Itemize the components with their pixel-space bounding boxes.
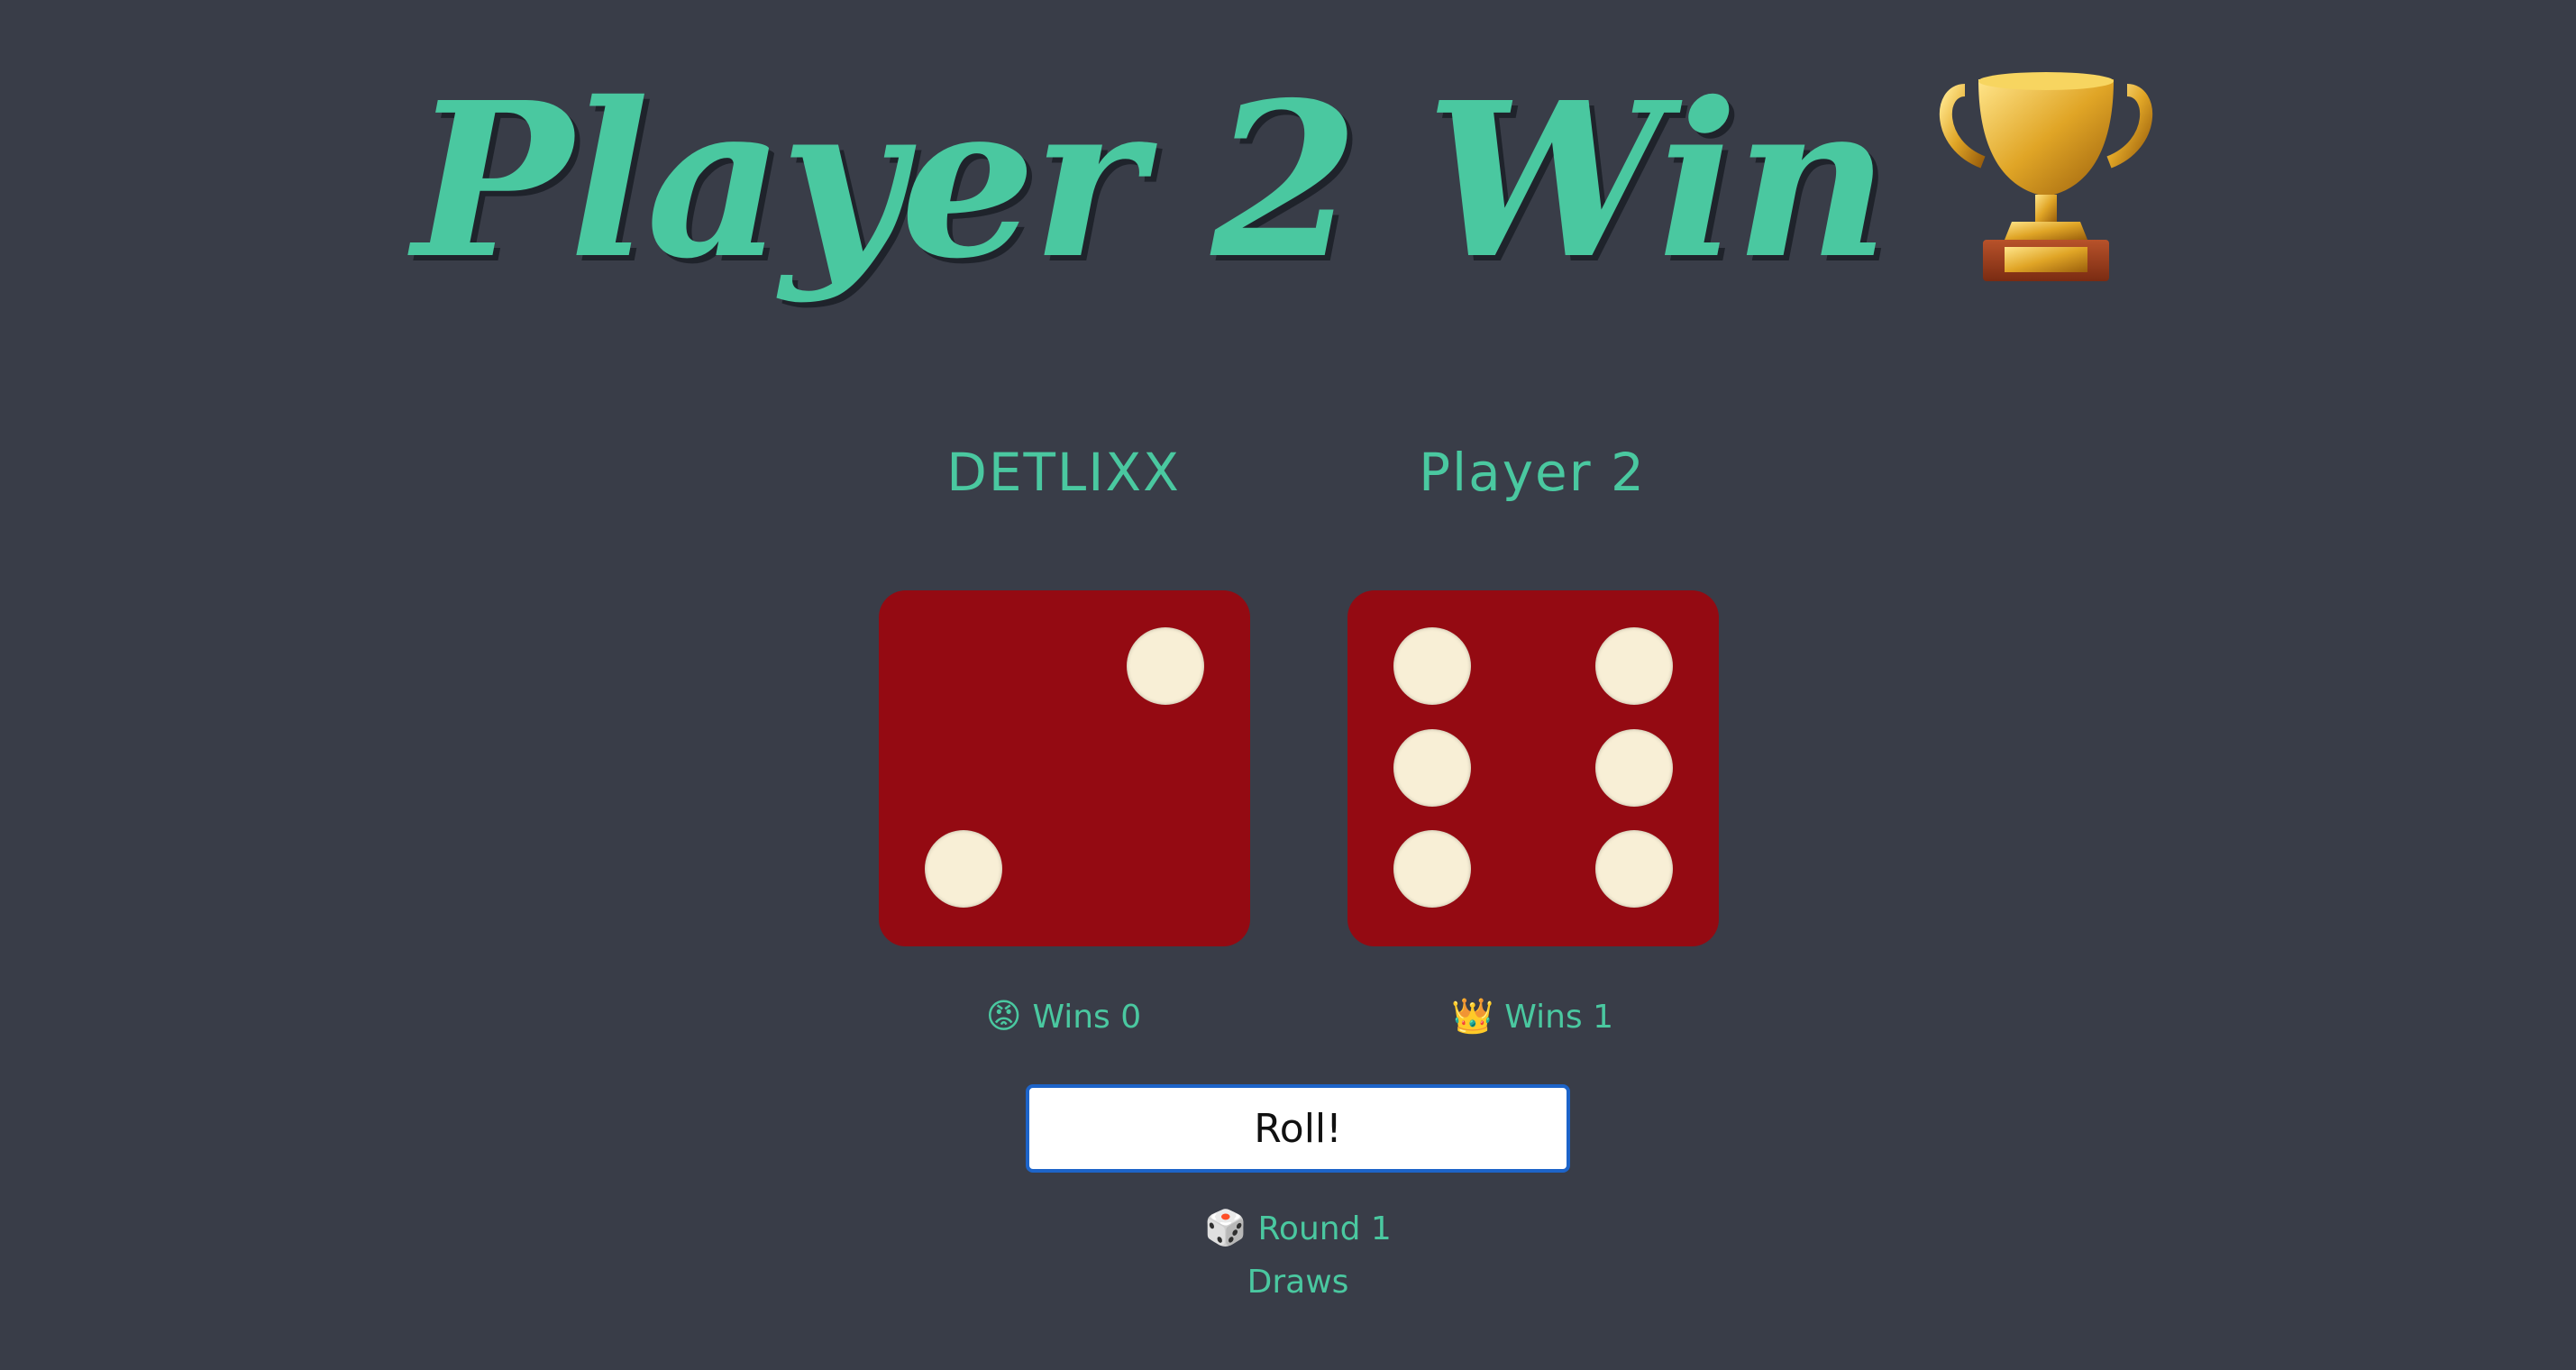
- player-1-name: DETLIXX: [946, 442, 1181, 503]
- player-2-name: Player 2: [1419, 442, 1646, 503]
- wins-label: Wins: [1032, 999, 1110, 1036]
- crown-icon: 👑: [1450, 996, 1494, 1036]
- die-pip: [1393, 729, 1471, 807]
- player-1-die: [879, 590, 1250, 946]
- wins-count: 1: [1593, 999, 1614, 1036]
- result-banner: Player 2 Win: [0, 36, 2576, 324]
- die-pip: [1393, 627, 1471, 705]
- die-pip: [1595, 830, 1673, 908]
- result-title: Player 2 Win: [412, 55, 1889, 306]
- die-pip: [1595, 627, 1673, 705]
- die-icon: 🎲: [1204, 1208, 1247, 1247]
- game-screen: Player 2 Win DETLIXX Player 2 😡 Wins 0 👑…: [0, 0, 2576, 1370]
- wins-count: 0: [1120, 999, 1142, 1036]
- wins-label: Wins: [1504, 999, 1583, 1036]
- player-2-die: [1347, 590, 1719, 946]
- die-pip: [925, 830, 1002, 908]
- round-text: Round 1: [1257, 1210, 1392, 1247]
- roll-button[interactable]: Roll!: [1026, 1084, 1570, 1173]
- player-2-wins: 👑 Wins 1: [1334, 996, 1731, 1037]
- round-indicator: 🎲 Round 1: [0, 1208, 2576, 1248]
- draws-label: Draws: [1247, 1264, 1349, 1301]
- die-pip: [1393, 830, 1471, 908]
- player-1-wins: 😡 Wins 0: [865, 996, 1262, 1036]
- trophy-icon: [1929, 63, 2163, 297]
- die-pip: [1127, 627, 1204, 705]
- die-pip: [1595, 729, 1673, 807]
- angry-face-icon: 😡: [985, 996, 1022, 1036]
